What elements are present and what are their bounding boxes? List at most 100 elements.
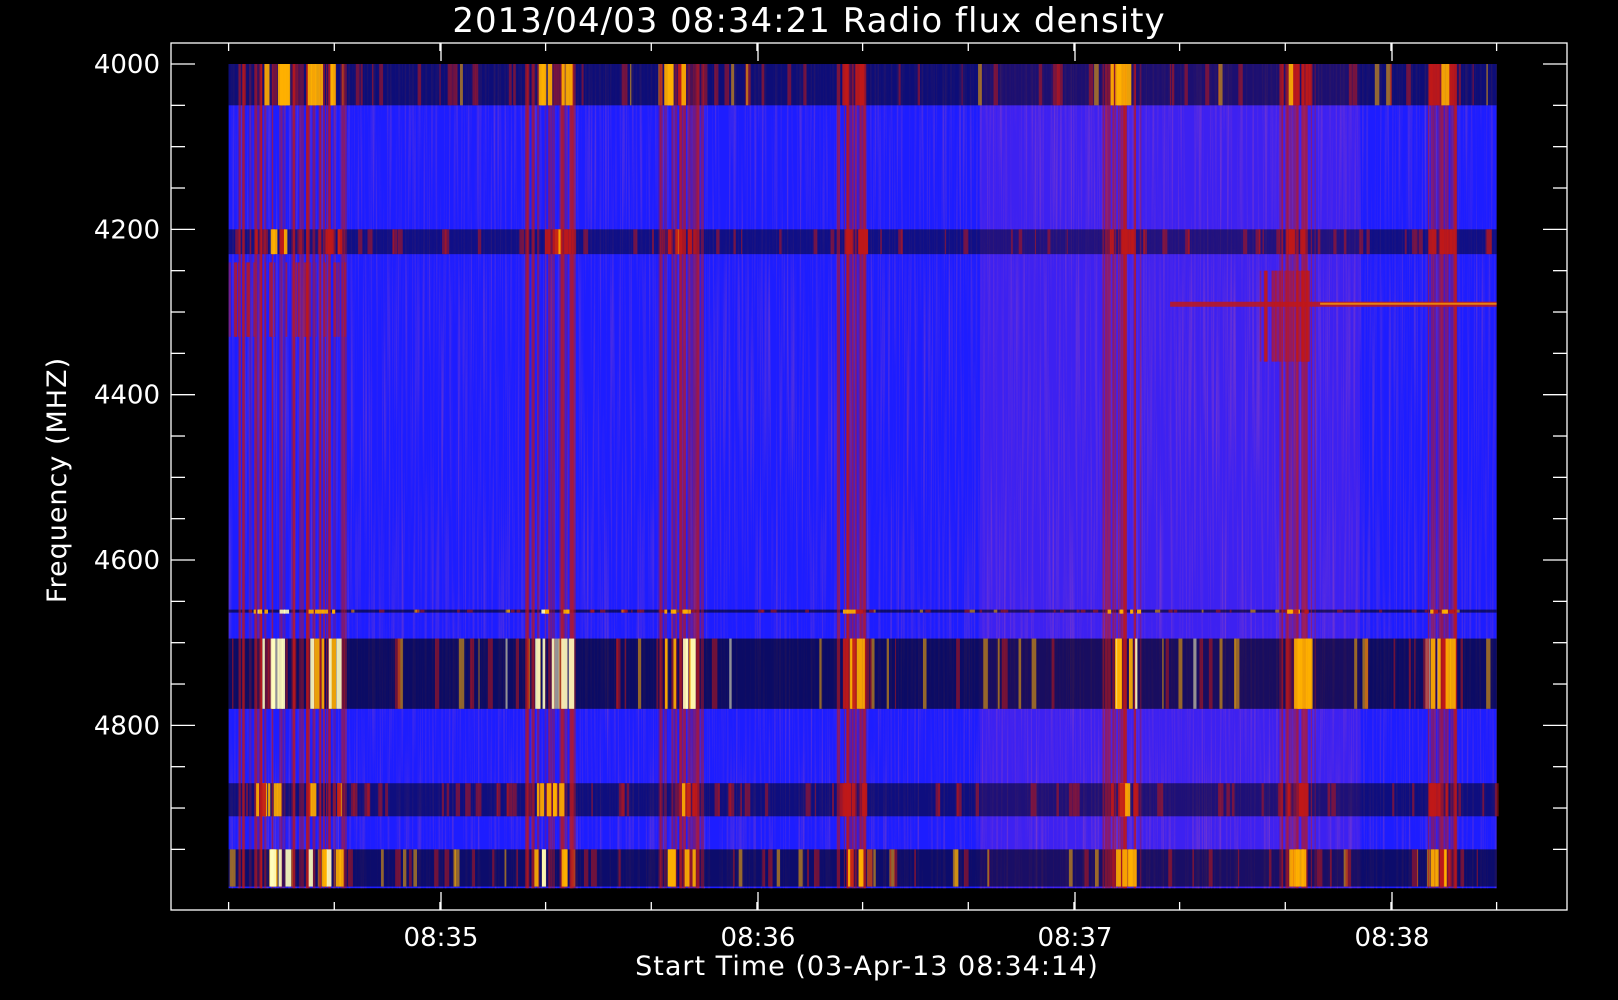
heatmap-band-speckle: [1199, 638, 1204, 709]
heatmap-band-speckle: [510, 609, 515, 613]
heatmap-band-speckle: [979, 609, 983, 613]
heatmap-band-speckle: [1374, 64, 1380, 106]
heatmap-band-speckle: [442, 229, 447, 255]
heatmap-band-speckle: [975, 783, 980, 817]
heatmap-band-speckle: [1362, 638, 1369, 709]
heatmap-band-speckle: [779, 229, 782, 255]
heatmap-band-speckle: [367, 229, 373, 255]
heatmap-band-speckle: [381, 849, 384, 887]
heatmap-band-speckle: [583, 849, 589, 887]
heatmap-band-speckle: [1231, 783, 1235, 817]
heatmap-band-speckle: [415, 609, 417, 613]
heatmap-band-speckle: [880, 229, 882, 255]
heatmap-band-speckle: [487, 638, 493, 709]
heatmap-band-speckle: [1226, 783, 1230, 817]
heatmap-band-speckle: [1262, 229, 1264, 255]
heatmap-band-speckle: [711, 638, 718, 709]
heatmap-band-speckle: [453, 64, 458, 106]
heatmap-band-speckle: [1095, 849, 1099, 887]
heatmap-band-speckle: [1389, 64, 1392, 106]
heatmap-band-speckle: [631, 609, 633, 613]
heatmap-band-speckle: [1392, 783, 1395, 817]
heatmap-band-speckle: [935, 783, 941, 817]
chart-title: 2013/04/03 08:34:21 Radio flux density: [452, 1, 1165, 41]
heatmap-band-speckle: [417, 64, 422, 106]
heatmap-band-speckle: [475, 783, 482, 817]
heatmap-band-speckle: [1018, 229, 1023, 255]
heatmap-band-speckle: [1331, 783, 1336, 817]
heatmap-band-speckle: [807, 849, 810, 887]
heatmap-band-speckle: [1157, 783, 1164, 817]
heatmap-band-speckle: [1348, 64, 1352, 106]
heatmap-band-speckle: [1354, 638, 1358, 709]
heatmap-band-speckle: [1379, 609, 1383, 613]
heatmap-band-speckle: [229, 849, 236, 887]
heatmap-band-speckle: [512, 783, 517, 817]
heatmap-band-speckle: [1068, 849, 1073, 887]
heatmap-band-speckle: [1047, 229, 1051, 255]
heatmap-band-speckle: [1343, 229, 1347, 255]
heatmap-band-speckle: [403, 849, 407, 887]
heatmap-band-speckle: [993, 64, 998, 106]
heatmap-band-speckle: [898, 229, 903, 255]
heatmap-band-speckle: [1080, 609, 1086, 613]
heatmap-band-speckle: [768, 849, 773, 887]
heatmap-band-speckle: [724, 64, 730, 106]
heatmap-band-speckle: [492, 849, 495, 887]
heatmap-band-speckle: [618, 849, 621, 887]
heatmap-band-speckle: [1072, 783, 1078, 817]
heatmap-band-speckle: [718, 783, 720, 817]
x-tick-label: 08:37: [1038, 923, 1113, 953]
heatmap-band-speckle: [1219, 638, 1223, 709]
heatmap-band-speckle: [515, 638, 520, 709]
feature-patch-2: [1259, 270, 1311, 362]
heatmap-band-speckle: [1205, 64, 1210, 106]
heatmap-band-speckle: [439, 64, 441, 106]
heatmap-band-speckle: [379, 64, 384, 106]
heatmap-band-speckle: [413, 849, 418, 887]
heatmap-band-speckle: [583, 229, 589, 255]
heatmap-band-speckle: [813, 849, 820, 887]
heatmap-band-speckle: [1056, 783, 1059, 817]
heatmap-band-speckle: [600, 609, 606, 613]
heatmap-band-speckle: [385, 783, 388, 817]
heatmap-band-speckle: [1142, 229, 1145, 255]
heatmap-band-speckle: [964, 609, 970, 613]
heatmap-band-speckle: [1406, 64, 1411, 106]
heatmap-band-speckle: [1412, 229, 1418, 255]
heatmap-band-speckle: [1255, 229, 1261, 255]
heatmap-band-speckle: [434, 638, 440, 709]
y-tick-label: 4200: [94, 215, 160, 245]
heatmap-band-speckle: [963, 849, 969, 887]
burst-5: [1102, 64, 1142, 889]
heatmap-band-speckle: [504, 849, 507, 887]
heatmap-band-speckle: [1229, 609, 1232, 613]
heatmap-band-speckle: [1053, 609, 1056, 613]
heatmap-band-speckle: [869, 609, 875, 613]
heatmap-band-speckle: [1243, 229, 1248, 255]
heatmap-band-speckle: [458, 638, 465, 709]
heatmap-band-speckle: [272, 64, 278, 106]
heatmap-band-speckle: [993, 609, 998, 613]
heatmap-band-speckle: [477, 229, 482, 255]
heatmap-band-speckle: [1162, 229, 1168, 255]
heatmap-band-speckle: [987, 849, 989, 887]
heatmap-band-speckle: [637, 609, 641, 613]
heatmap-band-speckle: [944, 229, 947, 255]
heatmap-band-speckle: [798, 849, 803, 887]
heatmap-band-speckle: [1411, 849, 1418, 887]
heatmap-band-speckle: [475, 64, 479, 106]
heatmap-band-speckle: [1092, 609, 1099, 613]
heatmap-band-speckle: [397, 229, 403, 255]
heatmap-band-speckle: [714, 64, 719, 106]
heatmap-band-speckle: [758, 609, 764, 613]
heatmap-band-speckle: [1486, 638, 1491, 709]
heatmap-band-speckle: [983, 638, 988, 709]
heatmap-band-speckle: [1076, 609, 1080, 613]
heatmap-band-speckle: [629, 64, 632, 106]
heatmap-band-speckle: [591, 783, 593, 817]
heatmap-band-speckle: [1060, 609, 1065, 613]
heatmap-band-speckle: [1185, 229, 1190, 255]
heatmap-band-speckle: [1094, 64, 1099, 106]
heatmap-band-speckle: [505, 638, 508, 709]
